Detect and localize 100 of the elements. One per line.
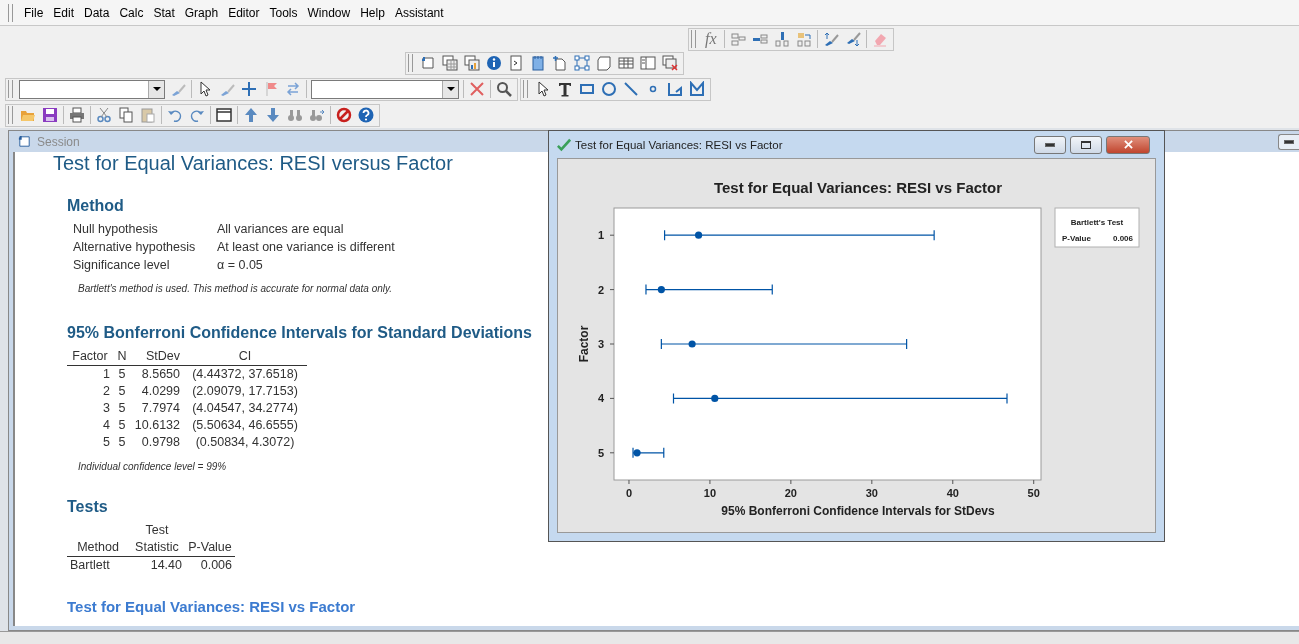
dropdown[interactable] (311, 79, 459, 99)
note-text: Individual confidence level = 99% (78, 461, 227, 472)
crosshair-icon[interactable] (240, 80, 258, 98)
table-cell-text: 5 (102, 434, 111, 451)
interval-bar (632, 447, 665, 459)
search-icon[interactable] (495, 80, 513, 98)
menu-item[interactable]: Graph (179, 5, 224, 20)
table-cell-text: 5 (117, 400, 127, 417)
column-header: Statistic (134, 539, 180, 556)
text-tool-icon[interactable] (556, 80, 574, 98)
help-icon[interactable] (357, 106, 375, 124)
parameter-value: All variances are equal (217, 221, 344, 237)
column-insert-icon[interactable] (772, 30, 791, 48)
save-icon[interactable] (41, 106, 59, 124)
tick-label: 5 (597, 446, 604, 459)
panel-icon[interactable] (639, 54, 657, 72)
down-arrow-icon[interactable] (264, 106, 282, 124)
tick-label: 2 (597, 283, 604, 296)
data-point (633, 449, 641, 457)
close-button[interactable] (1106, 135, 1150, 154)
chart-windows-icon[interactable] (463, 54, 481, 72)
maximize-button[interactable] (1070, 135, 1102, 154)
dropdown[interactable] (19, 79, 165, 99)
note-text: Bartlett's method is used. This method is accurate for normal data only. (78, 283, 393, 294)
polyline-icon[interactable] (666, 80, 684, 98)
menu-item[interactable]: Window (302, 5, 356, 20)
menu-item[interactable]: Edit (48, 5, 80, 20)
copy-icon[interactable] (117, 106, 135, 124)
close-icon (1123, 140, 1133, 149)
legend-label: P-Value (1062, 234, 1091, 243)
table-cell-text: 4 (102, 417, 111, 434)
table-cell-text: (2.09079, 17.7153) (191, 383, 299, 400)
table-cell-text: (4.04547, 34.2774) (191, 400, 299, 417)
caret-icon (446, 87, 455, 91)
polygon-icon[interactable] (688, 80, 706, 98)
up-arrow-icon[interactable] (242, 106, 260, 124)
delete-icon[interactable] (468, 80, 486, 98)
command-icon[interactable] (507, 54, 525, 72)
tick-label: 4 (597, 392, 604, 405)
table-cell: 0.006 (185, 556, 235, 574)
section-heading: 95% Bonferroni Confidence Intervals for Standard Deviations (67, 324, 532, 342)
minimize-button[interactable] (1278, 133, 1299, 150)
tick-label: 40 (946, 487, 959, 499)
table-cell-text: 5 (117, 417, 127, 434)
table-cell-text: 7.7974 (140, 400, 181, 417)
minimize-button[interactable] (1034, 135, 1066, 154)
parameter-value: α = 0.05 (217, 257, 263, 273)
nodes-icon[interactable] (573, 54, 591, 72)
menu-item[interactable]: Calc (114, 5, 149, 20)
legend-value: 0.006 (1112, 234, 1133, 243)
column-header: Factor (67, 348, 113, 366)
table-cell: 1 (67, 365, 113, 383)
menu-item[interactable]: Assistant (389, 5, 449, 20)
check-icon (557, 137, 571, 152)
tick-label: 30 (865, 487, 878, 499)
info-icon[interactable] (485, 54, 503, 72)
table-cell: 14.40 (129, 556, 185, 574)
column-header: N (113, 348, 131, 366)
parameter-value: At least one variance is different (217, 239, 395, 255)
table-cell: (4.44372, 37.6518) (183, 365, 307, 383)
menu-item[interactable]: Stat (148, 5, 180, 20)
menu-item[interactable]: File (19, 5, 49, 20)
axis-label: Factor (577, 325, 591, 363)
circle-icon[interactable] (600, 80, 618, 98)
print-icon[interactable] (68, 106, 86, 124)
table-cell-text: 5 (117, 434, 127, 451)
menu-item[interactable]: Tools (264, 5, 303, 20)
new-page-icon[interactable] (551, 54, 569, 72)
window-title: Test for Equal Variances: RESI vs Factor (575, 138, 784, 151)
section-heading: Tests (67, 498, 108, 516)
line-icon[interactable] (622, 80, 640, 98)
parameter-label: Alternative hypothesis (73, 239, 196, 255)
close-windows-icon[interactable] (661, 54, 679, 72)
tick-label: 1 (597, 229, 604, 242)
column-header: StDev (131, 348, 183, 366)
tick-label: 50 (1027, 487, 1040, 499)
tick-label: 10 (703, 487, 717, 499)
output-heading: Test for Equal Variances: RESI versus Factor (53, 152, 453, 175)
table-cell-text: 2 (102, 383, 111, 400)
table-cell-text: 5 (117, 383, 127, 400)
menu-item[interactable]: Editor (223, 5, 265, 20)
output-heading: Test for Equal Variances: RESI vs Factor (67, 598, 356, 615)
menu-item[interactable]: Data (79, 5, 115, 20)
no-entry-icon[interactable] (335, 106, 353, 124)
menu-item[interactable]: Help (355, 5, 390, 20)
column-header: P-Value (188, 539, 232, 556)
cut-icon[interactable] (95, 106, 113, 124)
data-point (688, 340, 696, 348)
formula-button[interactable]: fx (702, 30, 720, 48)
notepad-icon[interactable] (529, 54, 547, 72)
table-icon[interactable] (617, 54, 635, 72)
table-cell: 5 (113, 365, 131, 383)
tick-label: 3 (597, 338, 604, 350)
parameter-label: Null hypothesis (73, 221, 158, 237)
column-header: Test (144, 522, 170, 539)
window-icon[interactable] (215, 106, 233, 124)
parameter-label: Significance level (73, 257, 170, 273)
windows-icon[interactable] (441, 54, 459, 72)
legend-title: Bartlett's Test (1070, 218, 1124, 227)
caret-icon (152, 87, 161, 91)
